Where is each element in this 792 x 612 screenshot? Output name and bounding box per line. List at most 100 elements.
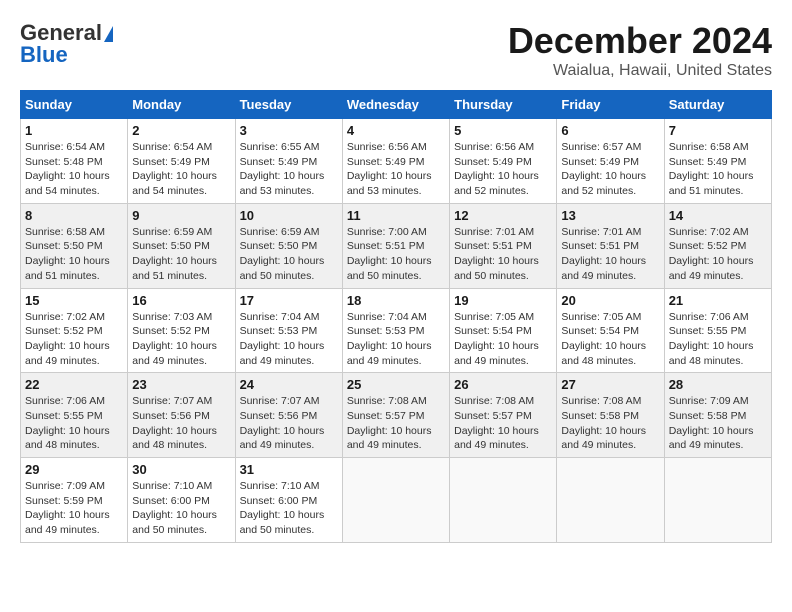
calendar-cell: 1 Sunrise: 6:54 AMSunset: 5:48 PMDaylight… [21, 119, 128, 204]
day-number: 2 [132, 123, 230, 138]
calendar-week-4: 22 Sunrise: 7:06 AMSunset: 5:55 PMDayligh… [21, 373, 772, 458]
calendar-cell: 9 Sunrise: 6:59 AMSunset: 5:50 PMDaylight… [128, 203, 235, 288]
header-monday: Monday [128, 91, 235, 119]
day-info: Sunrise: 7:03 AMSunset: 5:52 PMDaylight:… [132, 310, 230, 369]
day-number: 30 [132, 462, 230, 477]
day-info: Sunrise: 7:08 AMSunset: 5:57 PMDaylight:… [347, 394, 445, 453]
day-number: 11 [347, 208, 445, 223]
calendar-cell: 18Sunrise: 7:04 AMSunset: 5:53 PMDayligh… [342, 288, 449, 373]
day-number: 19 [454, 293, 552, 308]
calendar-cell: 14 Sunrise: 7:02 AMSunset: 5:52 PMDayligh… [664, 203, 771, 288]
calendar-cell: 22 Sunrise: 7:06 AMSunset: 5:55 PMDayligh… [21, 373, 128, 458]
day-info: Sunrise: 6:59 AMSunset: 5:50 PMDaylight:… [240, 225, 338, 284]
calendar-cell: 4 Sunrise: 6:56 AMSunset: 5:49 PMDaylight… [342, 119, 449, 204]
day-number: 6 [561, 123, 659, 138]
day-number: 24 [240, 377, 338, 392]
day-info: Sunrise: 7:02 AMSunset: 5:52 PMDaylight:… [669, 225, 767, 284]
logo: General Blue [20, 20, 113, 68]
calendar-cell: 5Sunrise: 6:56 AMSunset: 5:49 PMDaylight… [450, 119, 557, 204]
logo-triangle-icon [104, 26, 113, 42]
day-info: Sunrise: 7:05 AMSunset: 5:54 PMDaylight:… [454, 310, 552, 369]
header-friday: Friday [557, 91, 664, 119]
calendar-cell: 25 Sunrise: 7:08 AMSunset: 5:57 PMDayligh… [342, 373, 449, 458]
header-wednesday: Wednesday [342, 91, 449, 119]
day-info: Sunrise: 6:56 AMSunset: 5:49 PMDaylight:… [347, 140, 445, 199]
day-info: Sunrise: 7:05 AMSunset: 5:54 PMDaylight:… [561, 310, 659, 369]
calendar-week-1: 1 Sunrise: 6:54 AMSunset: 5:48 PMDaylight… [21, 119, 772, 204]
day-info: Sunrise: 6:55 AMSunset: 5:49 PMDaylight:… [240, 140, 338, 199]
calendar-cell [342, 458, 449, 543]
calendar-cell: 17 Sunrise: 7:04 AMSunset: 5:53 PMDayligh… [235, 288, 342, 373]
day-info: Sunrise: 6:54 AMSunset: 5:48 PMDaylight:… [25, 140, 123, 199]
day-number: 4 [347, 123, 445, 138]
day-info: Sunrise: 7:06 AMSunset: 5:55 PMDaylight:… [25, 394, 123, 453]
day-number: 20 [561, 293, 659, 308]
title-section: December 2024 Waialua, Hawaii, United St… [508, 20, 772, 80]
day-info: Sunrise: 6:56 AMSunset: 5:49 PMDaylight:… [454, 140, 552, 199]
calendar-header-row: SundayMondayTuesdayWednesdayThursdayFrid… [21, 91, 772, 119]
header-saturday: Saturday [664, 91, 771, 119]
day-number: 7 [669, 123, 767, 138]
calendar-cell: 31 Sunrise: 7:10 AMSunset: 6:00 PMDayligh… [235, 458, 342, 543]
day-number: 27 [561, 377, 659, 392]
day-number: 21 [669, 293, 767, 308]
calendar-cell: 15 Sunrise: 7:02 AMSunset: 5:52 PMDayligh… [21, 288, 128, 373]
day-info: Sunrise: 7:02 AMSunset: 5:52 PMDaylight:… [25, 310, 123, 369]
day-number: 12 [454, 208, 552, 223]
day-info: Sunrise: 7:09 AMSunset: 5:59 PMDaylight:… [25, 479, 123, 538]
calendar-cell: 23 Sunrise: 7:07 AMSunset: 5:56 PMDayligh… [128, 373, 235, 458]
month-title: December 2024 [508, 20, 772, 62]
calendar-cell: 30Sunrise: 7:10 AMSunset: 6:00 PMDayligh… [128, 458, 235, 543]
day-info: Sunrise: 7:01 AMSunset: 5:51 PMDaylight:… [454, 225, 552, 284]
day-info: Sunrise: 7:08 AMSunset: 5:58 PMDaylight:… [561, 394, 659, 453]
calendar-cell: 20 Sunrise: 7:05 AMSunset: 5:54 PMDayligh… [557, 288, 664, 373]
calendar-cell: 8 Sunrise: 6:58 AMSunset: 5:50 PMDaylight… [21, 203, 128, 288]
logo-blue-text: Blue [20, 42, 68, 68]
day-number: 22 [25, 377, 123, 392]
calendar-cell: 3 Sunrise: 6:55 AMSunset: 5:49 PMDaylight… [235, 119, 342, 204]
day-number: 1 [25, 123, 123, 138]
calendar-table: SundayMondayTuesdayWednesdayThursdayFrid… [20, 90, 772, 543]
day-number: 17 [240, 293, 338, 308]
day-info: Sunrise: 7:10 AMSunset: 6:00 PMDaylight:… [240, 479, 338, 538]
day-info: Sunrise: 7:07 AMSunset: 5:56 PMDaylight:… [132, 394, 230, 453]
calendar-cell: 29Sunrise: 7:09 AMSunset: 5:59 PMDayligh… [21, 458, 128, 543]
calendar-cell: 2 Sunrise: 6:54 AMSunset: 5:49 PMDaylight… [128, 119, 235, 204]
day-info: Sunrise: 7:09 AMSunset: 5:58 PMDaylight:… [669, 394, 767, 453]
day-info: Sunrise: 6:54 AMSunset: 5:49 PMDaylight:… [132, 140, 230, 199]
page-header: General Blue December 2024 Waialua, Hawa… [20, 20, 772, 80]
day-info: Sunrise: 7:07 AMSunset: 5:56 PMDaylight:… [240, 394, 338, 453]
day-number: 10 [240, 208, 338, 223]
day-info: Sunrise: 6:59 AMSunset: 5:50 PMDaylight:… [132, 225, 230, 284]
calendar-cell: 12 Sunrise: 7:01 AMSunset: 5:51 PMDayligh… [450, 203, 557, 288]
calendar-cell [450, 458, 557, 543]
day-number: 31 [240, 462, 338, 477]
day-number: 23 [132, 377, 230, 392]
day-number: 28 [669, 377, 767, 392]
calendar-week-5: 29Sunrise: 7:09 AMSunset: 5:59 PMDayligh… [21, 458, 772, 543]
calendar-cell: 27 Sunrise: 7:08 AMSunset: 5:58 PMDayligh… [557, 373, 664, 458]
day-number: 14 [669, 208, 767, 223]
day-number: 15 [25, 293, 123, 308]
calendar-week-3: 15 Sunrise: 7:02 AMSunset: 5:52 PMDayligh… [21, 288, 772, 373]
calendar-cell: 24 Sunrise: 7:07 AMSunset: 5:56 PMDayligh… [235, 373, 342, 458]
day-number: 16 [132, 293, 230, 308]
day-info: Sunrise: 6:57 AMSunset: 5:49 PMDaylight:… [561, 140, 659, 199]
calendar-cell: 11Sunrise: 7:00 AMSunset: 5:51 PMDayligh… [342, 203, 449, 288]
header-thursday: Thursday [450, 91, 557, 119]
calendar-cell: 16 Sunrise: 7:03 AMSunset: 5:52 PMDayligh… [128, 288, 235, 373]
calendar-cell [557, 458, 664, 543]
day-number: 13 [561, 208, 659, 223]
day-number: 25 [347, 377, 445, 392]
calendar-cell: 28 Sunrise: 7:09 AMSunset: 5:58 PMDayligh… [664, 373, 771, 458]
day-number: 9 [132, 208, 230, 223]
calendar-cell: 13Sunrise: 7:01 AMSunset: 5:51 PMDayligh… [557, 203, 664, 288]
day-info: Sunrise: 6:58 AMSunset: 5:50 PMDaylight:… [25, 225, 123, 284]
day-info: Sunrise: 7:08 AMSunset: 5:57 PMDaylight:… [454, 394, 552, 453]
day-info: Sunrise: 7:04 AMSunset: 5:53 PMDaylight:… [240, 310, 338, 369]
calendar-cell [664, 458, 771, 543]
day-number: 8 [25, 208, 123, 223]
header-tuesday: Tuesday [235, 91, 342, 119]
day-number: 3 [240, 123, 338, 138]
day-info: Sunrise: 6:58 AMSunset: 5:49 PMDaylight:… [669, 140, 767, 199]
